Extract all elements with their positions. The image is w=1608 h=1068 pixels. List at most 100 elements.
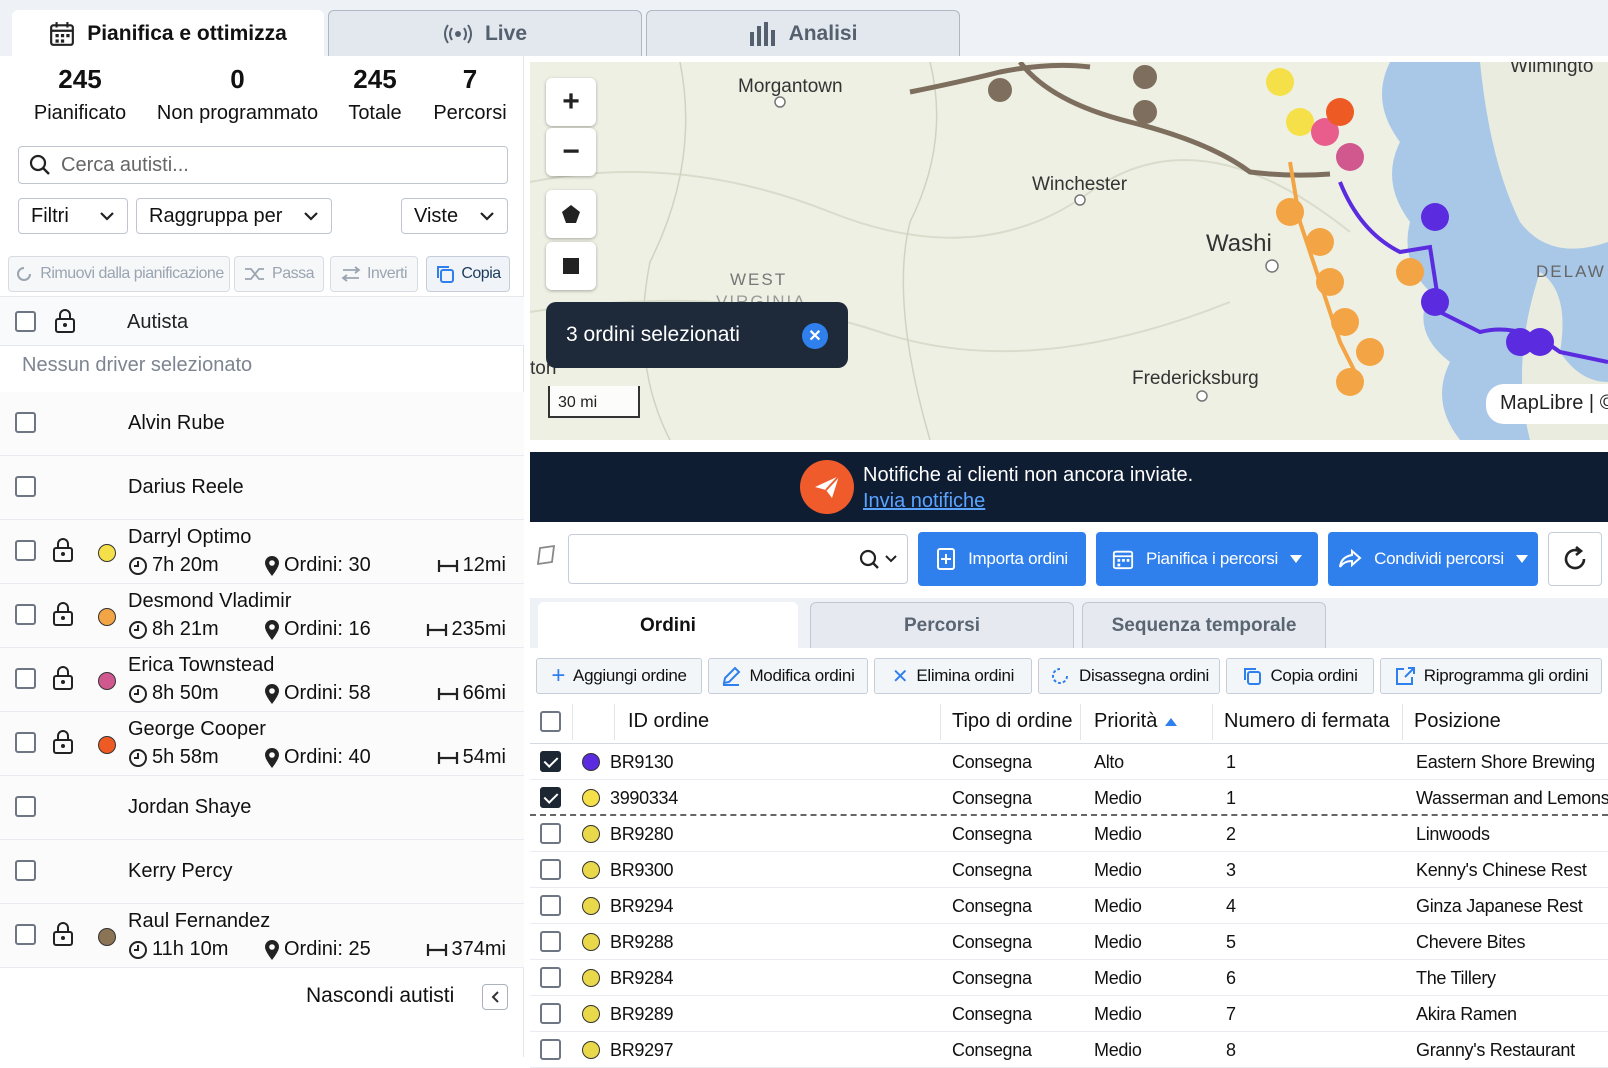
views-dropdown[interactable]: Viste	[401, 198, 508, 234]
button-label: Passa	[272, 265, 314, 282]
driver-checkbox[interactable]	[15, 604, 36, 625]
copy-button[interactable]: Copia	[426, 256, 510, 292]
share-routes-button[interactable]: Condividi percorsi	[1328, 532, 1538, 586]
tab-orders[interactable]: Ordini	[538, 602, 798, 648]
refresh-button[interactable]	[1548, 532, 1602, 586]
remove-from-plan-button[interactable]: Rimuovi dalla pianificazione	[8, 256, 230, 292]
driver-checkbox[interactable]	[15, 476, 36, 497]
lasso-icon[interactable]	[536, 544, 558, 566]
dropdown-label: Filtri	[31, 204, 69, 227]
driver-checkbox[interactable]	[15, 732, 36, 753]
chevron-left-icon	[490, 990, 500, 1004]
group-by-dropdown[interactable]: Raggruppa per	[136, 198, 332, 234]
table-row[interactable]: BR9294 Consegna Medio 4 Ginza Japanese Rest	[530, 888, 1608, 924]
table-row[interactable]: BR9130 Consegna Alto 1 Eastern Shore Brewing	[530, 744, 1608, 780]
driver-search-input[interactable]	[61, 153, 501, 177]
calendar-icon	[1112, 548, 1134, 570]
unassign-orders-button[interactable]: Disassegna ordini	[1038, 658, 1220, 694]
table-row[interactable]: BR9288 Consegna Medio 5 Chevere Bites	[530, 924, 1608, 960]
lock-icon[interactable]	[52, 538, 74, 562]
filters-dropdown[interactable]: Filtri	[18, 198, 128, 234]
search-icon[interactable]	[859, 549, 899, 571]
collapse-panel-button[interactable]	[482, 984, 508, 1010]
column-location[interactable]: Posizione	[1414, 710, 1501, 733]
plan-routes-button[interactable]: Pianifica i percorsi	[1096, 532, 1318, 586]
edit-orders-button[interactable]: Modifica ordini	[708, 658, 868, 694]
driver-row[interactable]: Jordan Shaye	[0, 776, 524, 840]
delete-orders-button[interactable]: ✕ Elimina ordini	[874, 658, 1032, 694]
driver-row[interactable]: Darryl Optimo 7h 20m Ordini: 30 12mi	[0, 520, 524, 584]
import-orders-button[interactable]: Importa ordini	[918, 532, 1086, 586]
distance-icon	[426, 622, 448, 638]
zoom-out-button[interactable]: −	[546, 128, 596, 176]
select-all-drivers-checkbox[interactable]	[15, 311, 36, 332]
send-notifications-link[interactable]: Invia notifiche	[863, 490, 985, 513]
stat-value: 245	[58, 64, 102, 94]
driver-row[interactable]: George Cooper 5h 58m Ordini: 40 54mi	[0, 712, 524, 776]
copy-orders-button[interactable]: Copia ordini	[1226, 658, 1374, 694]
order-search-input[interactable]	[577, 545, 847, 573]
tab-routes[interactable]: Percorsi	[810, 602, 1074, 648]
driver-checkbox[interactable]	[15, 668, 36, 689]
row-checkbox[interactable]	[540, 1003, 561, 1024]
lock-icon[interactable]	[52, 602, 74, 626]
zoom-in-button[interactable]: +	[546, 78, 596, 126]
cell-order-type: Consegna	[952, 788, 1032, 808]
driver-checkbox[interactable]	[15, 540, 36, 561]
driver-row[interactable]: Kerry Percy	[0, 840, 524, 904]
lock-icon[interactable]	[52, 922, 74, 946]
table-row[interactable]: 3990334 Consegna Medio 1 Wasserman and Lemon…	[530, 780, 1608, 816]
table-row[interactable]: BR9289 Consegna Medio 7 Akira Ramen	[530, 996, 1608, 1032]
reschedule-orders-button[interactable]: Riprogramma gli ordini	[1380, 658, 1602, 694]
pass-button[interactable]: Passa	[234, 256, 324, 292]
tab-plan-optimize[interactable]: Pianifica e ottimizza	[12, 10, 324, 56]
cell-order-id: BR9300	[610, 860, 674, 880]
lock-icon[interactable]	[52, 730, 74, 754]
order-search	[568, 534, 908, 584]
row-checkbox[interactable]	[540, 931, 561, 952]
table-row[interactable]: BR9300 Consegna Medio 3 Kenny's Chinese Rest	[530, 852, 1608, 888]
table-row[interactable]: BR9297 Consegna Medio 8 Granny's Restaurant	[530, 1032, 1608, 1068]
tab-live[interactable]: Live	[328, 10, 642, 56]
column-order-id[interactable]: ID ordine	[628, 710, 709, 733]
top-tab-bar: Pianifica e ottimizza Live Analisi	[0, 0, 1608, 56]
duration-text: 11h 10m	[152, 938, 229, 960]
map-view[interactable]: Morgantown Winchester Washi Fredericksbu…	[530, 62, 1608, 440]
driver-row[interactable]: Alvin Rube	[0, 392, 524, 456]
clock-icon	[128, 556, 148, 576]
driver-checkbox[interactable]	[15, 796, 36, 817]
add-order-button[interactable]: + Aggiungi ordine	[536, 658, 702, 694]
driver-checkbox[interactable]	[15, 860, 36, 881]
row-checkbox[interactable]	[540, 859, 561, 880]
table-row[interactable]: BR9280 Consegna Medio 2 Linwoods	[530, 816, 1608, 852]
row-checkbox[interactable]	[540, 751, 561, 772]
column-stop-number[interactable]: Numero di fermata	[1224, 710, 1390, 733]
driver-row[interactable]: Erica Townstead 8h 50m Ordini: 58 66mi	[0, 648, 524, 712]
column-priority[interactable]: Priorità	[1094, 710, 1178, 733]
driver-row[interactable]: Raul Fernandez 11h 10m Ordini: 25 374mi	[0, 904, 524, 968]
lock-icon[interactable]	[52, 666, 74, 690]
driver-checkbox[interactable]	[15, 924, 36, 945]
lock-icon[interactable]	[54, 309, 76, 333]
cell-stop-number: 6	[1226, 968, 1236, 988]
refresh-icon	[14, 264, 34, 284]
select-all-orders-checkbox[interactable]	[540, 711, 561, 732]
draw-rectangle-button[interactable]	[546, 242, 596, 290]
hide-drivers-label[interactable]: Nascondi autisti	[306, 984, 454, 1008]
tab-analytics[interactable]: Analisi	[646, 10, 960, 56]
row-checkbox[interactable]	[540, 967, 561, 988]
driver-row[interactable]: Desmond Vladimir 8h 21m Ordini: 16 235mi	[0, 584, 524, 648]
row-checkbox[interactable]	[540, 895, 561, 916]
row-checkbox[interactable]	[540, 787, 561, 808]
table-row[interactable]: BR9284 Consegna Medio 6 The Tillery	[530, 960, 1608, 996]
driver-checkbox[interactable]	[15, 412, 36, 433]
column-order-type[interactable]: Tipo di ordine	[952, 710, 1072, 733]
close-icon[interactable]: ✕	[802, 323, 828, 349]
draw-polygon-button[interactable]	[546, 190, 596, 238]
tab-timeline[interactable]: Sequenza temporale	[1082, 602, 1326, 648]
invert-button[interactable]: Inverti	[330, 256, 418, 292]
row-checkbox[interactable]	[540, 823, 561, 844]
map-attribution[interactable]: MapLibre | ©	[1486, 384, 1608, 424]
cell-order-id: BR9289	[610, 1004, 674, 1024]
driver-row[interactable]: Darius Reele	[0, 456, 524, 520]
